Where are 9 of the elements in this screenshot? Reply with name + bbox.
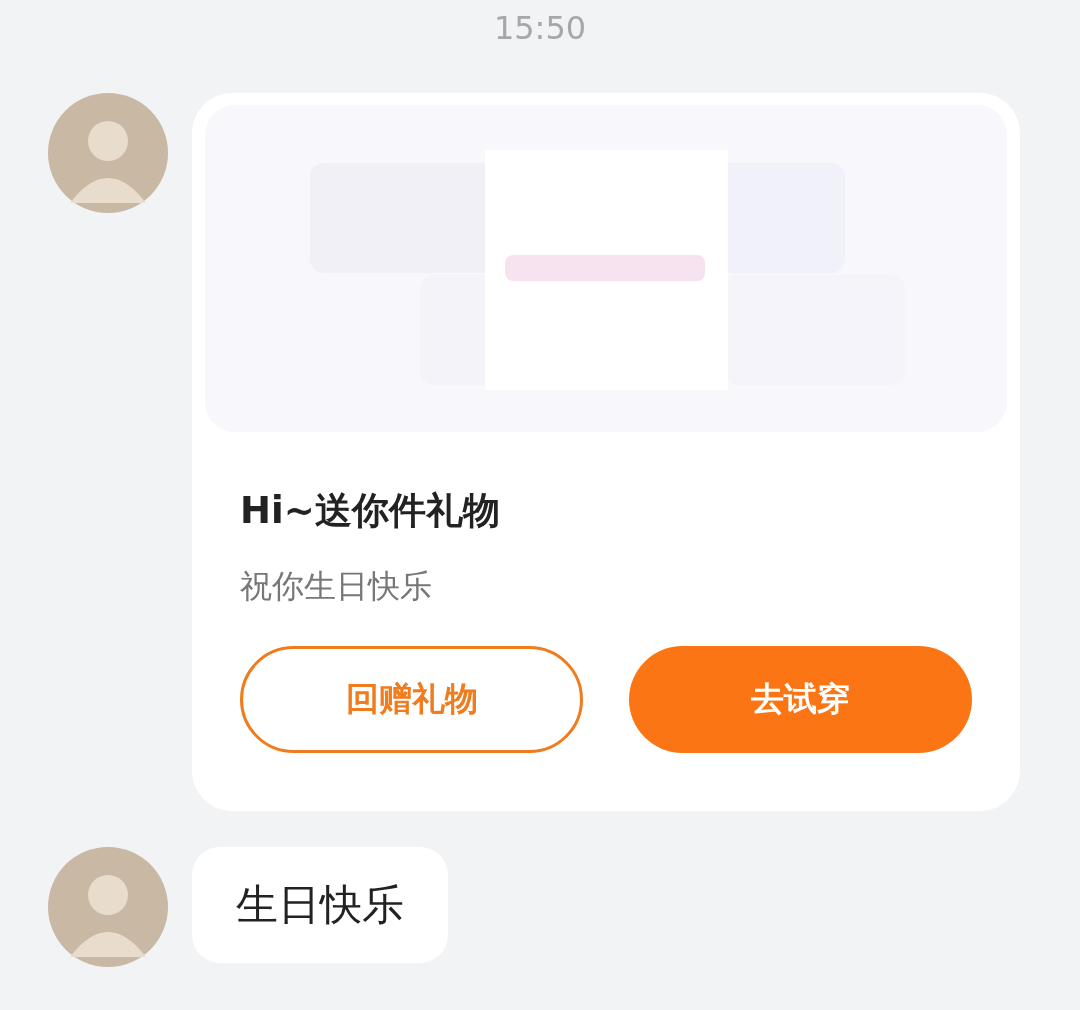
avatar-icon[interactable] <box>48 847 168 967</box>
try-on-button[interactable]: 去试穿 <box>629 646 972 753</box>
avatar-icon[interactable] <box>48 93 168 213</box>
return-gift-button[interactable]: 回赠礼物 <box>240 646 583 753</box>
message-bubble: 生日快乐 <box>192 847 448 963</box>
timestamp: 15:50 <box>493 8 587 48</box>
card-title: Hi~送你件礼物 <box>240 488 500 534</box>
gift-card[interactable]: Hi~送你件礼物 祝你生日快乐 回赠礼物 去试穿 <box>192 93 1020 811</box>
card-subtitle: 祝你生日快乐 <box>240 566 432 607</box>
